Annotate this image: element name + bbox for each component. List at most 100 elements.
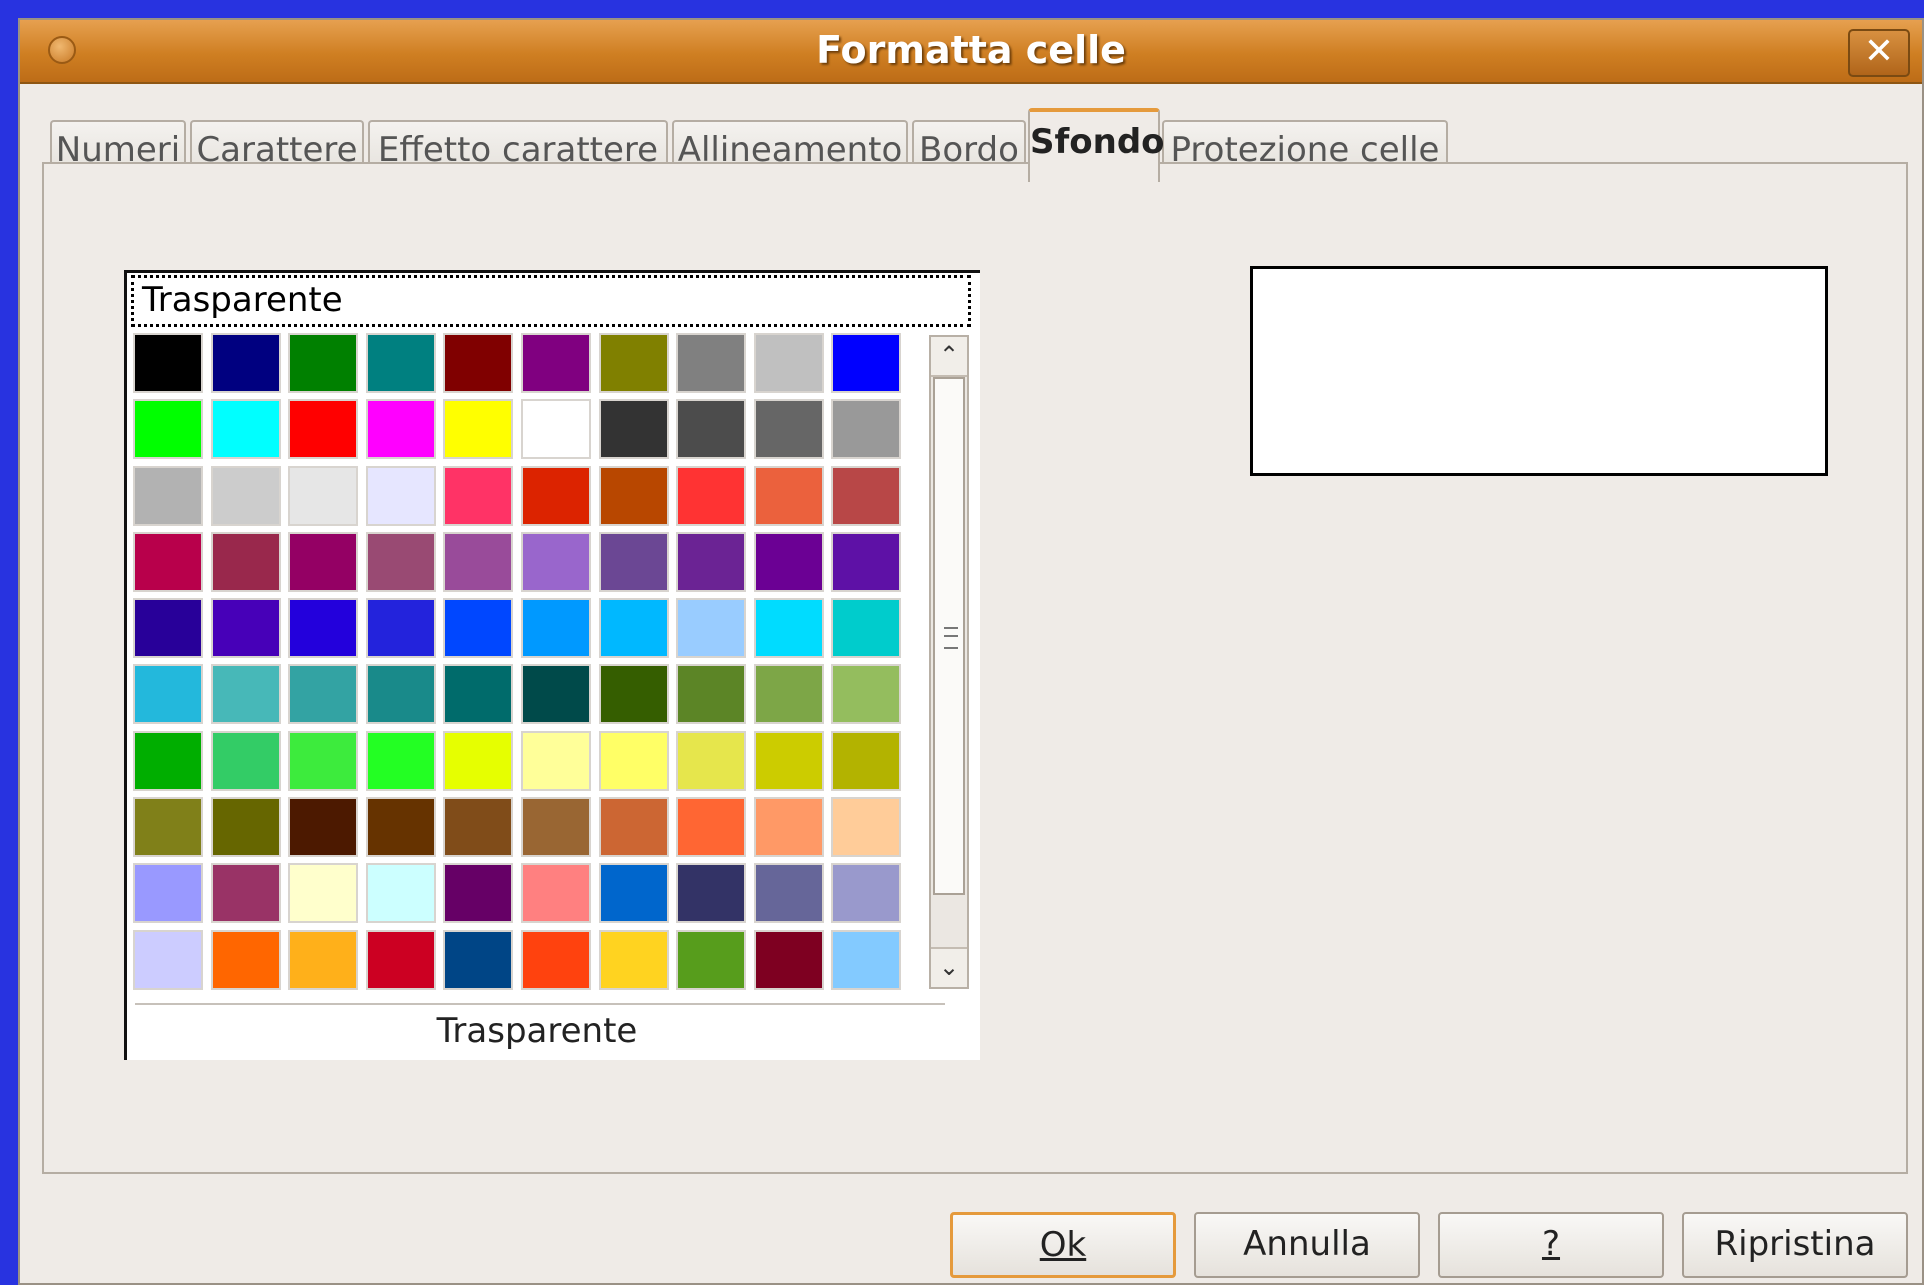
color-swatch[interactable] [520,863,591,924]
color-swatch[interactable] [598,598,669,659]
ok-button[interactable]: Ok [950,1212,1176,1278]
color-swatch[interactable] [443,598,514,659]
color-swatch[interactable] [210,863,281,924]
color-swatch[interactable] [520,465,591,526]
color-swatch[interactable] [443,929,514,990]
color-swatch[interactable] [365,465,436,526]
color-swatch[interactable] [210,730,281,791]
color-swatch[interactable] [753,531,824,592]
color-swatch[interactable] [831,333,902,393]
color-swatch[interactable] [520,929,591,990]
color-swatch[interactable] [288,531,359,592]
color-swatch[interactable] [753,797,824,858]
title-bar[interactable]: Formatta celle ✕ [20,20,1922,84]
color-swatch[interactable] [831,797,902,858]
color-swatch[interactable] [288,664,359,725]
color-swatch[interactable] [288,465,359,526]
color-swatch[interactable] [210,664,281,725]
reset-button[interactable]: Ripristina [1682,1212,1908,1278]
color-swatch[interactable] [133,531,203,592]
scrollbar-thumb[interactable] [933,377,965,895]
color-swatch[interactable] [210,465,281,526]
color-swatch[interactable] [598,333,669,393]
color-swatch[interactable] [676,929,747,990]
color-swatch[interactable] [288,730,359,791]
color-swatch[interactable] [443,730,514,791]
color-swatch[interactable] [443,797,514,858]
color-swatch[interactable] [210,333,281,393]
color-swatch[interactable] [676,465,747,526]
color-swatch[interactable] [831,929,902,990]
color-swatch[interactable] [831,531,902,592]
color-swatch[interactable] [133,333,203,393]
color-swatch[interactable] [210,598,281,659]
color-swatch[interactable] [598,730,669,791]
color-swatch[interactable] [520,333,591,393]
color-swatch[interactable] [365,730,436,791]
color-swatch[interactable] [133,598,203,659]
color-swatch[interactable] [831,399,902,460]
color-swatch[interactable] [133,664,203,725]
color-swatch[interactable] [365,929,436,990]
color-swatch[interactable] [133,797,203,858]
color-swatch[interactable] [676,399,747,460]
color-swatch[interactable] [288,598,359,659]
color-swatch[interactable] [753,465,824,526]
color-swatch[interactable] [676,863,747,924]
color-swatch[interactable] [365,664,436,725]
color-swatch[interactable] [210,399,281,460]
color-swatch[interactable] [676,333,747,393]
color-swatch[interactable] [443,333,514,393]
color-swatch[interactable] [753,863,824,924]
color-swatch[interactable] [753,333,824,393]
color-scrollbar[interactable]: ⌃ ⌄ [929,335,969,989]
color-swatch[interactable] [443,863,514,924]
color-swatch[interactable] [133,399,203,460]
color-swatch[interactable] [288,797,359,858]
color-swatch[interactable] [443,531,514,592]
color-swatch[interactable] [365,598,436,659]
color-swatch[interactable] [133,863,203,924]
color-swatch[interactable] [520,531,591,592]
color-swatch[interactable] [831,664,902,725]
color-swatch[interactable] [210,797,281,858]
color-swatch[interactable] [831,598,902,659]
color-swatch[interactable] [443,664,514,725]
cancel-button[interactable]: Annulla [1194,1212,1420,1278]
color-swatch[interactable] [443,465,514,526]
color-swatch[interactable] [598,399,669,460]
color-swatch[interactable] [288,399,359,460]
color-swatch[interactable] [753,730,824,791]
help-button[interactable]: ? [1438,1212,1664,1278]
color-swatch[interactable] [133,465,203,526]
color-swatch[interactable] [133,929,203,990]
tab-sfondo[interactable]: Sfondo [1028,108,1165,182]
color-swatch[interactable] [676,598,747,659]
color-swatch[interactable] [598,664,669,725]
color-swatch[interactable] [753,664,824,725]
color-swatch[interactable] [831,465,902,526]
color-swatch[interactable] [365,531,436,592]
color-swatch[interactable] [676,730,747,791]
color-swatch[interactable] [676,664,747,725]
color-swatch[interactable] [520,664,591,725]
color-swatch[interactable] [520,598,591,659]
color-swatch[interactable] [520,797,591,858]
color-swatch[interactable] [676,797,747,858]
color-swatch[interactable] [598,929,669,990]
transparent-option[interactable]: Trasparente [131,275,971,327]
color-swatch[interactable] [365,333,436,393]
color-swatch[interactable] [598,465,669,526]
color-swatch[interactable] [598,531,669,592]
chevron-up-icon[interactable]: ⌃ [931,337,967,377]
color-swatch[interactable] [365,863,436,924]
color-swatch[interactable] [288,929,359,990]
close-button[interactable]: ✕ [1848,29,1910,77]
color-swatch[interactable] [520,399,591,460]
color-swatch[interactable] [210,531,281,592]
chevron-down-icon[interactable]: ⌄ [931,947,967,987]
color-swatch[interactable] [753,399,824,460]
color-swatch[interactable] [676,531,747,592]
color-swatch[interactable] [133,730,203,791]
color-swatch[interactable] [288,333,359,393]
